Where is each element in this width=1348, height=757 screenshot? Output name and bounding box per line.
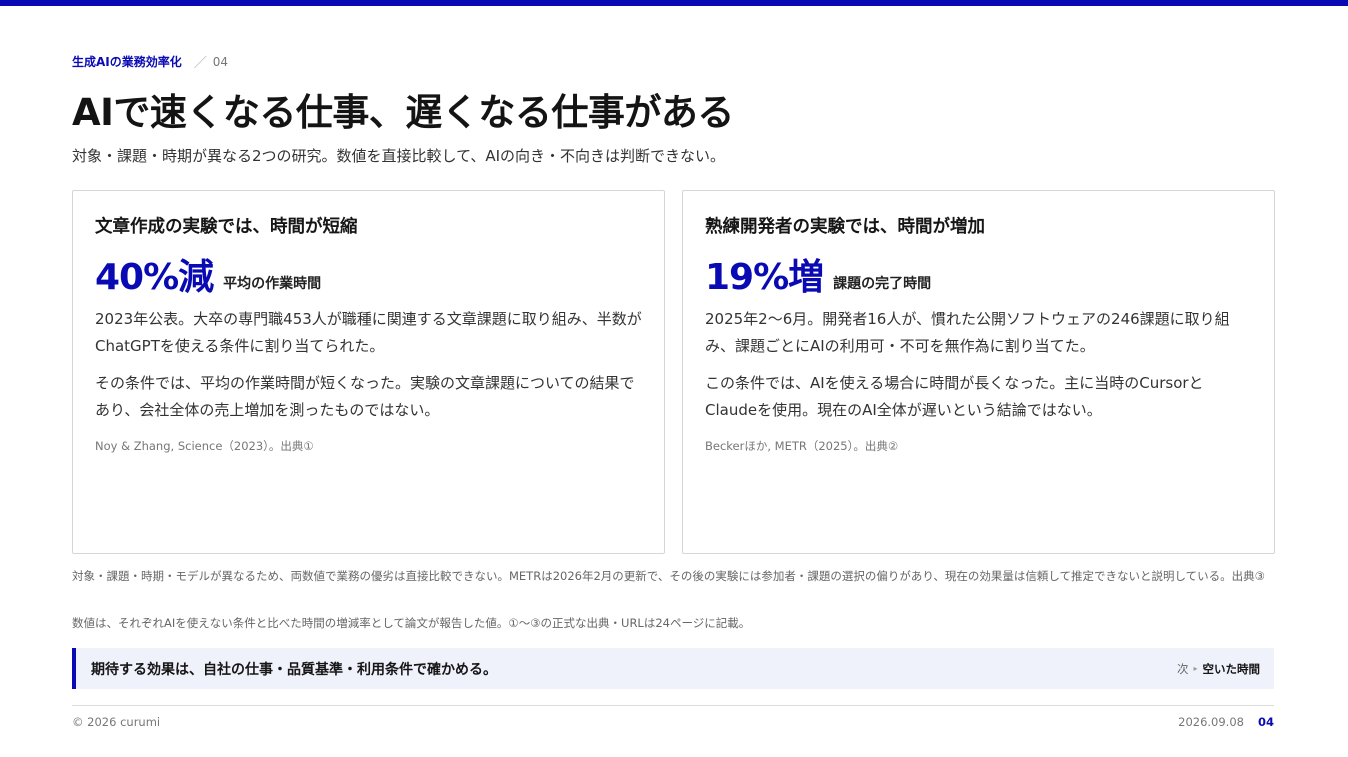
- breadcrumb-page-number: 04: [212, 54, 229, 69]
- next-label: 次: [1176, 661, 1189, 676]
- triangle-right-icon: ▸: [1193, 664, 1198, 673]
- metric-row: 40%減 平均の作業時間: [95, 250, 642, 296]
- study-card-developers: 熟練開発者の実験では、時間が増加 19%増 課題の完了時間 2025年2〜6月。…: [682, 190, 1275, 554]
- footnote-values: 数値は、それぞれAIを使えない条件と比べた時間の増減率として論文が報告した値。①…: [72, 616, 751, 630]
- card-heading: 文章作成の実験では、時間が短縮: [95, 217, 358, 237]
- card-source: Beckerほか, METR（2025）。出典②: [705, 439, 899, 453]
- callout-text: 期待する効果は、自社の仕事・品質基準・利用条件で確かめる。: [91, 661, 497, 678]
- breadcrumb: 生成AIの業務効率化 ／ 04: [72, 52, 229, 72]
- section-label: 生成AIの業務効率化: [72, 55, 182, 69]
- card-paragraph: その条件では、平均の作業時間が短くなった。実験の文章課題についての結果であり、会…: [95, 374, 635, 419]
- card-paragraph: 2023年公表。大卒の専門職453人が職種に関連する文章課題に取り組み、半数がC…: [95, 310, 642, 355]
- metric-value: 40%減: [95, 257, 214, 298]
- callout-box: 期待する効果は、自社の仕事・品質基準・利用条件で確かめる。 次 ▸ 空いた時間: [72, 648, 1274, 689]
- footer-divider: [72, 705, 1274, 706]
- metric-label: 課題の完了時間: [833, 276, 932, 292]
- page-subtitle: 対象・課題・時期が異なる2つの研究。数値を直接比較して、AIの向き・不向きは判断…: [72, 147, 726, 165]
- card-source: Noy & Zhang, Science（2023）。出典①: [95, 439, 314, 453]
- page-title: AIで速くなる仕事、遅くなる仕事がある: [72, 91, 734, 134]
- breadcrumb-separator: ／: [193, 56, 207, 71]
- card-paragraph: 2025年2〜6月。開発者16人が、慣れた公開ソフトウェアの246課題に取り組み…: [705, 310, 1230, 355]
- card-heading: 熟練開発者の実験では、時間が増加: [705, 217, 985, 237]
- metric-row: 19%増 課題の完了時間: [705, 250, 1252, 296]
- study-card-writing: 文章作成の実験では、時間が短縮 40%減 平均の作業時間 2023年公表。大卒の…: [72, 190, 665, 554]
- top-accent-bar: [0, 0, 1348, 6]
- metric-label: 平均の作業時間: [223, 276, 322, 292]
- card-paragraph: この条件では、AIを使える場合に時間が長くなった。主に当時のCursorとCla…: [705, 374, 1204, 419]
- copyright: © 2026 curumi: [72, 715, 161, 729]
- footer-page-number: 04: [1257, 715, 1274, 729]
- metric-value: 19%増: [705, 257, 824, 298]
- footer-date: 2026.09.08: [1178, 715, 1244, 729]
- next-page-link[interactable]: 次 ▸ 空いた時間: [1177, 661, 1260, 677]
- footnote-comparison: 対象・課題・時期・モデルが異なるため、両数値で業務の優劣は直接比較できない。ME…: [72, 569, 1265, 583]
- next-title: 空いた時間: [1202, 661, 1261, 676]
- footer-meta: 2026.09.08 04: [1178, 715, 1274, 729]
